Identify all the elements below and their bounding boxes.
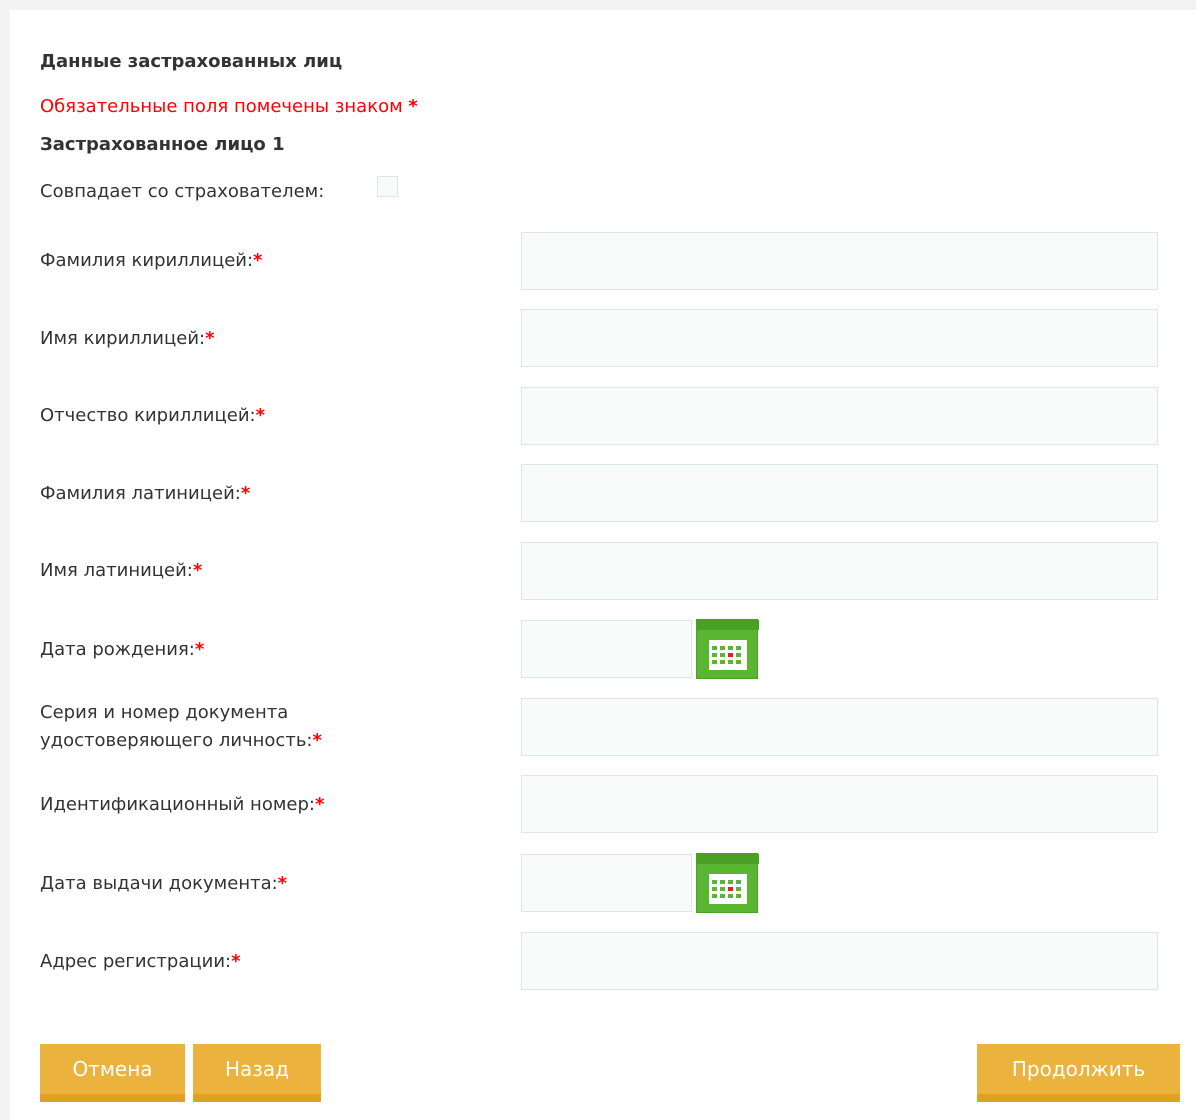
name-cyr-label: Имя кириллицей:*	[40, 325, 215, 353]
id-number-input[interactable]	[521, 775, 1158, 833]
patronymic-cyr-label-text: Отчество кириллицей:	[40, 405, 256, 426]
issue-date-calendar-button[interactable]	[696, 853, 759, 913]
patronymic-cyr-label: Отчество кириллицей:*	[40, 402, 265, 430]
birth-date-label-text: Дата рождения:	[40, 639, 195, 660]
required-fields-note: Обязательные поля помечены знаком *	[40, 96, 418, 117]
doc-number-input[interactable]	[521, 698, 1158, 756]
required-star: *	[194, 639, 205, 660]
birth-date-label: Дата рождения:*	[40, 636, 204, 664]
name-cyr-input[interactable]	[521, 309, 1158, 367]
birth-date-calendar-button[interactable]	[696, 619, 759, 679]
address-input[interactable]	[521, 932, 1158, 990]
same-as-insurer-checkbox[interactable]	[377, 176, 398, 197]
required-star: *	[277, 873, 288, 894]
continue-button[interactable]: Продолжить	[977, 1044, 1180, 1102]
required-note-text: Обязательные поля помечены знаком	[40, 96, 403, 117]
address-label-text: Адрес регистрации:	[40, 951, 232, 972]
required-star: *	[231, 951, 241, 972]
required-star: *	[192, 560, 203, 581]
insured-person-title: Застрахованное лицо 1	[40, 134, 285, 155]
name-lat-input[interactable]	[521, 542, 1158, 600]
issue-date-input[interactable]	[521, 854, 692, 912]
surname-cyr-label-text: Фамилия кириллицей:	[40, 250, 254, 271]
name-cyr-label-text: Имя кириллицей:	[40, 328, 206, 349]
calendar-icon	[697, 854, 759, 904]
doc-number-label: Серия и номер документа удостоверяющего …	[40, 699, 322, 755]
calendar-icon	[697, 620, 759, 670]
patronymic-cyr-input[interactable]	[521, 387, 1158, 445]
surname-lat-label: Фамилия латиницей:*	[40, 480, 250, 508]
issue-date-label: Дата выдачи документа:*	[40, 870, 287, 898]
surname-lat-input[interactable]	[521, 464, 1158, 522]
required-star: *	[253, 250, 263, 271]
required-star: *	[255, 405, 265, 426]
required-star: *	[314, 794, 325, 815]
surname-lat-label-text: Фамилия латиницей:	[40, 483, 241, 504]
surname-cyr-label: Фамилия кириллицей:*	[40, 247, 262, 275]
back-button[interactable]: Назад	[193, 1044, 321, 1102]
required-star: *	[205, 328, 215, 349]
address-label: Адрес регистрации:*	[40, 948, 241, 976]
required-star: *	[408, 96, 418, 117]
required-star: *	[312, 730, 322, 751]
surname-cyr-input[interactable]	[521, 232, 1158, 290]
same-as-insurer-label: Совпадает со страхователем:	[40, 181, 325, 202]
name-lat-label: Имя латиницей:*	[40, 557, 202, 585]
section-title: Данные застрахованных лиц	[40, 51, 343, 72]
insured-persons-form: Данные застрахованных лиц Обязательные п…	[10, 10, 1196, 1120]
cancel-button[interactable]: Отмена	[40, 1044, 185, 1102]
name-lat-label-text: Имя латиницей:	[40, 560, 193, 581]
issue-date-label-text: Дата выдачи документа:	[40, 873, 278, 894]
doc-number-label-line2: удостоверяющего личность:*	[40, 727, 322, 755]
id-number-label-text: Идентификационный номер:	[40, 794, 315, 815]
id-number-label: Идентификационный номер:*	[40, 791, 324, 819]
doc-number-label-line2-text: удостоверяющего личность:	[40, 730, 313, 751]
required-star: *	[240, 483, 251, 504]
birth-date-input[interactable]	[521, 620, 692, 678]
doc-number-label-line1: Серия и номер документа	[40, 702, 289, 723]
